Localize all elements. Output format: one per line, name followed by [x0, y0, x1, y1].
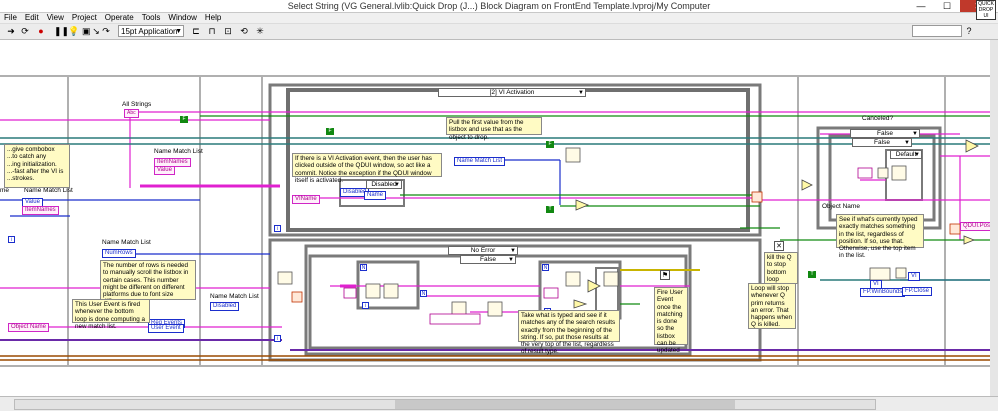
- num-rows-terminal[interactable]: NumRows: [102, 249, 136, 258]
- label-name-match-list: Name Match List: [102, 239, 151, 246]
- label-canceled: Canceled?: [862, 115, 894, 122]
- label-name-match-list: Name Match List: [154, 148, 203, 155]
- retain-wire-values-icon[interactable]: ▣: [82, 26, 91, 37]
- loop-count-icon: N: [420, 290, 427, 297]
- run-arrow-icon[interactable]: ➜: [6, 26, 16, 37]
- label-name-match-list: Name Match List: [210, 293, 259, 300]
- all-strings-terminal[interactable]: Abc: [124, 109, 139, 118]
- case-selector-false[interactable]: False ▼: [850, 129, 920, 138]
- menu-window[interactable]: Window: [164, 13, 200, 23]
- label-all-strings: All Strings: [122, 101, 152, 108]
- boolean-constant[interactable]: F: [326, 128, 334, 135]
- menu-view[interactable]: View: [43, 13, 68, 23]
- step-over-icon[interactable]: ↷: [102, 26, 110, 37]
- user-event-terminal[interactable]: User Event: [148, 324, 184, 333]
- step-into-icon[interactable]: ↘: [92, 26, 100, 37]
- horizontal-scrollbar[interactable]: [14, 399, 876, 410]
- vi-ref-terminal[interactable]: VI: [908, 272, 920, 281]
- boolean-constant[interactable]: T: [546, 206, 554, 213]
- chevron-down-icon: ▼: [394, 182, 400, 188]
- comment-loop-stop: Loop will stop whenever Q prim returns a…: [748, 283, 796, 329]
- font-select[interactable]: 15pt Application Font ▼: [118, 25, 184, 48]
- block-diagram[interactable]: All Strings Name Match List Name Match L…: [0, 40, 998, 396]
- name-match-list-indicator[interactable]: Name Match List: [454, 157, 506, 166]
- comment-pull-first: Pull the first value from the listbox an…: [446, 117, 542, 141]
- search-field[interactable]: [912, 25, 962, 37]
- menu-help[interactable]: Help: [201, 13, 225, 23]
- event-case-selector[interactable]: [2] VI Activation ▼: [438, 88, 586, 97]
- comment-fire-user-event: Fire User Event once the matching is don…: [654, 287, 688, 354]
- reorder-icon[interactable]: ⟲: [238, 26, 250, 37]
- comment-user-event: This User Event is fired whenever the bo…: [72, 299, 150, 330]
- label-object-name: Object Name: [822, 203, 860, 210]
- minimize-button[interactable]: —: [908, 0, 934, 12]
- loop-count-icon: N: [360, 264, 367, 271]
- loop-iteration-icon: i: [8, 236, 15, 243]
- object-name-terminal[interactable]: Object Name: [8, 323, 50, 332]
- comment-num-rows: The number of rows is needed to manually…: [100, 260, 196, 305]
- generate-user-event-icon[interactable]: ⚑: [660, 270, 670, 280]
- fp-winbounds-terminal[interactable]: FP.WinBounds: [860, 288, 906, 297]
- vi-icon: QUICK DROP UI: [976, 0, 996, 20]
- chevron-down-icon: ▼: [508, 257, 514, 263]
- status-bar: [0, 396, 998, 411]
- run-continuous-icon[interactable]: ⟳: [20, 26, 30, 37]
- distribute-objects-icon[interactable]: ⊓: [206, 26, 218, 37]
- title-bar: Select String (VG General.lvlib:Quick Dr…: [0, 0, 998, 13]
- case-selector-default[interactable]: Default ▼: [890, 150, 922, 159]
- menu-operate[interactable]: Operate: [101, 13, 138, 23]
- comment-vi-activation: If there is a VI Activation event, then …: [292, 153, 442, 184]
- boolean-constant[interactable]: T: [808, 271, 816, 278]
- chevron-down-icon: ▼: [914, 152, 920, 158]
- highlight-execution-icon[interactable]: 💡: [68, 26, 79, 37]
- comment-combobox: ...give combobox ...to catch any ...ing …: [4, 144, 70, 188]
- value-terminal[interactable]: Value: [154, 166, 175, 175]
- chevron-down-icon: ▼: [510, 248, 516, 254]
- boolean-constant[interactable]: F: [546, 141, 554, 148]
- pause-icon[interactable]: ❚❚: [54, 26, 69, 37]
- disabled-terminal[interactable]: Disabled: [210, 302, 240, 311]
- menu-edit[interactable]: Edit: [21, 13, 43, 23]
- vi-name-terminal[interactable]: VIName: [292, 195, 320, 204]
- label-name-match-list: Name Match List: [24, 187, 73, 194]
- item-names-terminal[interactable]: ItemNames: [22, 206, 59, 215]
- help-icon[interactable]: ?: [964, 26, 974, 37]
- chevron-down-icon: ▼: [578, 90, 584, 96]
- label-me: me: [0, 187, 10, 194]
- chevron-down-icon: ▼: [175, 28, 182, 35]
- fp-close-terminal[interactable]: FP.Close: [902, 287, 932, 296]
- maximize-button[interactable]: ☐: [934, 0, 960, 12]
- case-selector-false[interactable]: False ▼: [852, 138, 912, 147]
- loop-iteration-icon: i: [274, 225, 281, 232]
- abort-icon[interactable]: ●: [36, 26, 46, 37]
- comment-kill-queue: kill the Q to stop bottom loop: [764, 252, 798, 284]
- boolean-constant[interactable]: F: [180, 116, 188, 123]
- case-selector-disabled[interactable]: Disabled ▼: [366, 180, 402, 189]
- menu-tools[interactable]: Tools: [138, 13, 165, 23]
- release-queue-icon[interactable]: ✕: [774, 241, 784, 251]
- cleanup-diagram-icon[interactable]: ✳: [254, 26, 266, 37]
- vertical-scrollbar[interactable]: [990, 40, 998, 396]
- window-title: Select String (VG General.lvlib:Quick Dr…: [287, 1, 711, 11]
- comment-take-typed: Take what is typed and see if it matches…: [518, 310, 620, 355]
- chevron-down-icon: ▼: [904, 140, 910, 146]
- menu-file[interactable]: File: [0, 13, 21, 23]
- name-property-node[interactable]: Name: [364, 191, 387, 200]
- menu-project[interactable]: Project: [68, 13, 101, 23]
- case-selector-false[interactable]: False ▼: [460, 255, 516, 264]
- scrollbar-thumb[interactable]: [395, 400, 735, 409]
- chevron-down-icon: ▼: [912, 131, 918, 137]
- resize-objects-icon[interactable]: ⊡: [222, 26, 234, 37]
- menu-bar: File Edit View Project Operate Tools Win…: [0, 13, 998, 23]
- error-case-selector[interactable]: No Error ▼: [448, 246, 518, 255]
- vi-ref-terminal[interactable]: VI: [870, 280, 882, 289]
- loop-count-icon: N: [542, 264, 549, 271]
- loop-iteration-icon: i: [362, 302, 369, 309]
- toolbar: ➜ ⟳ ● ❚❚ 💡 ▣ ↘ ↷ 15pt Application Font ▼…: [0, 24, 998, 48]
- loop-iteration-icon: i: [274, 335, 281, 342]
- align-objects-icon[interactable]: ⊏: [190, 26, 202, 37]
- comment-see-what: See if what's currently typed exactly ma…: [836, 214, 924, 259]
